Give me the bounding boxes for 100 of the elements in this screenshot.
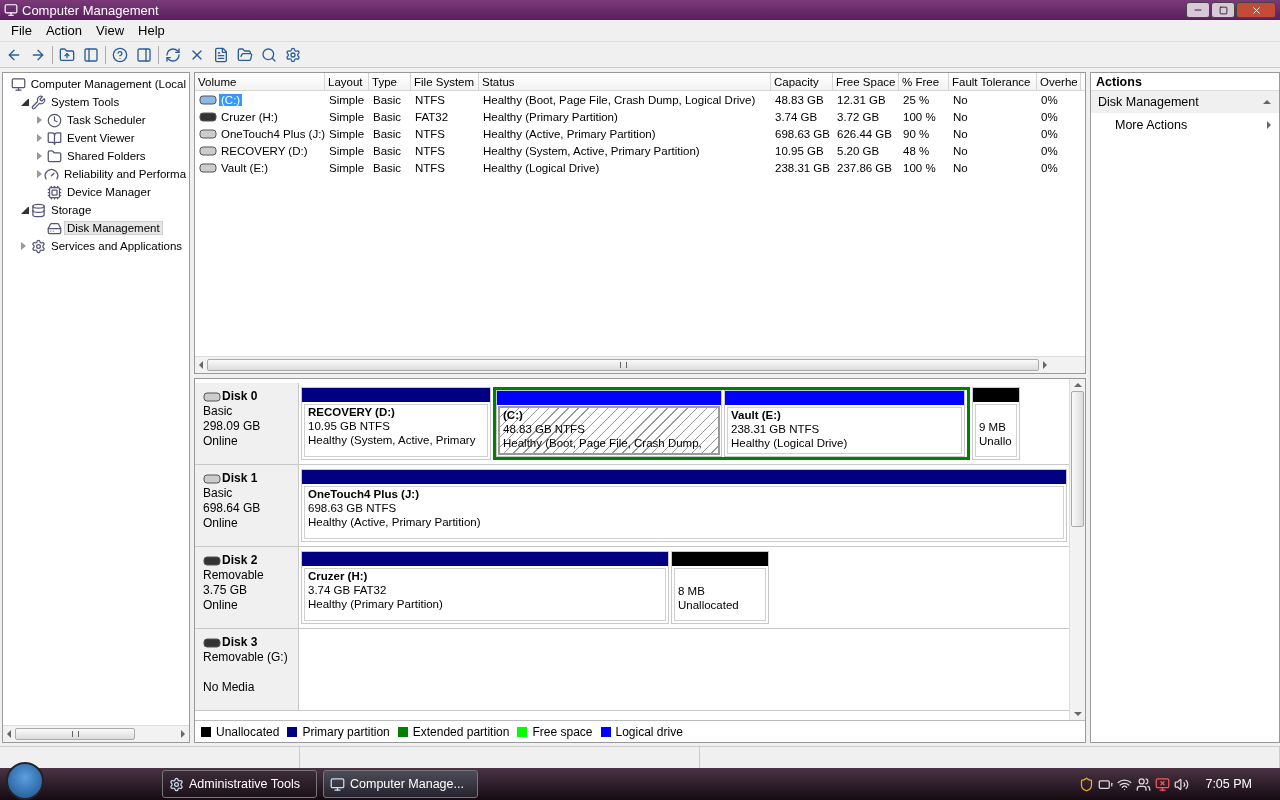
partition-size: 8 MB	[678, 584, 706, 598]
table-cell: 10.95 GB	[775, 144, 824, 157]
volume-icon[interactable]	[1174, 776, 1190, 792]
partition-block[interactable]: OneTouch4 Plus (J:) 698.63 GB NTFS Healthy (Active, Primary Partition)	[301, 469, 1067, 542]
column-header[interactable]: Fault Tolerance	[949, 73, 1037, 90]
partition-area[interactable]: OneTouch4 Plus (J:) 698.63 GB NTFS Healthy (Active, Primary Partition)	[304, 486, 1064, 539]
tree-item[interactable]: Disk Management	[64, 221, 163, 235]
partition-area[interactable]: Vault (E:) 238.31 GB NTFS Healthy (Logical Drive)	[727, 407, 962, 454]
disk-type: Basic	[203, 404, 234, 419]
table-cell-text: RECOVERY (D:)	[220, 144, 309, 157]
volume-row[interactable]: (C:) Simple Basic NTFS Healthy (Boot, Page File, Crash Dump, Logical Drive) 48.83 GB 12.31 GB 25 % No 0%	[195, 91, 1085, 108]
partition-area[interactable]: 8 MB Unallocated	[674, 568, 766, 621]
partition-area[interactable]: 9 MB Unallo	[975, 404, 1017, 457]
menu-item[interactable]: View	[89, 23, 132, 38]
partition-area[interactable]: Cruzer (H:) 3.74 GB FAT32 Healthy (Primary Partition)	[304, 568, 666, 621]
clock[interactable]: 7:05 PM	[1205, 777, 1252, 791]
column-header[interactable]: Type	[369, 73, 411, 90]
table-cell: 237.86 GB	[837, 161, 892, 174]
menu-item[interactable]: File	[4, 23, 39, 38]
partition-block[interactable]: Cruzer (H:) 3.74 GB FAT32 Healthy (Primary Partition)	[301, 551, 669, 624]
action-item[interactable]: More Actions	[1091, 113, 1279, 137]
column-header[interactable]: File System	[411, 73, 479, 90]
tree-item[interactable]: Task Scheduler	[64, 113, 149, 127]
column-header[interactable]: Capacity	[771, 73, 833, 90]
table-cell: No	[953, 110, 968, 123]
column-header[interactable]: Volume	[195, 73, 325, 90]
extended-partition[interactable]: (C:) 48.83 GB NTFS Healthy (Boot, Page File, Crash Dump, Vault (E:) 238.31 GB NTFS Healthy (Logical Drive)	[493, 387, 970, 460]
folder-open-icon	[237, 46, 253, 63]
maximize-button[interactable]	[1211, 2, 1235, 18]
partition-block[interactable]: Vault (E:) 238.31 GB NTFS Healthy (Logical Drive)	[724, 390, 965, 457]
tree-item[interactable]: Device Manager	[64, 185, 154, 199]
partition-area[interactable]: (C:) 48.83 GB NTFS Healthy (Boot, Page File, Crash Dump,	[498, 406, 720, 455]
disk-size: 298.09 GB	[203, 419, 262, 434]
table-cell: Simple	[329, 110, 365, 123]
network-icon[interactable]	[1117, 776, 1133, 792]
drive-icon	[199, 145, 217, 156]
tree-item[interactable]: Reliability and Performa	[61, 167, 190, 181]
partition-status: Healthy (Boot, Page File, Crash Dump,	[503, 436, 703, 450]
scrollbar[interactable]	[195, 356, 1085, 373]
partition-block[interactable]: 8 MB Unallocated	[671, 551, 769, 624]
partition-name: OneTouch4 Plus (J:)	[308, 487, 420, 501]
close-button[interactable]	[1236, 2, 1276, 18]
tree-item[interactable]: Shared Folders	[64, 149, 149, 163]
shield-icon[interactable]	[1079, 776, 1095, 792]
tree-item[interactable]: Event Viewer	[64, 131, 138, 145]
table-cell: Healthy (Primary Partition)	[483, 110, 618, 123]
partition-block[interactable]: (C:) 48.83 GB NTFS Healthy (Boot, Page File, Crash Dump,	[496, 390, 722, 457]
expand-arrow[interactable]	[21, 98, 29, 106]
database-icon	[31, 202, 46, 218]
drive-icon	[199, 111, 217, 122]
tree-item[interactable]: Storage	[48, 203, 95, 217]
actions-section[interactable]: Disk Management	[1091, 91, 1279, 113]
table-cell: Simple	[329, 93, 365, 106]
table-cell-text: OneTouch4 Plus (J:)	[220, 127, 327, 140]
taskbar-button[interactable]: Administrative Tools	[162, 770, 317, 798]
column-header[interactable]: % Free	[899, 73, 949, 90]
table-cell: Basic	[373, 93, 402, 106]
volume-row[interactable]: Cruzer (H:) Simple Basic FAT32 Healthy (Primary Partition) 3.74 GB 3.72 GB 100 % No 0%	[195, 108, 1085, 125]
taskbar-button[interactable]: Computer Manage...	[323, 770, 478, 798]
menu-item[interactable]: Action	[38, 23, 90, 38]
partition-area[interactable]: RECOVERY (D:) 10.95 GB NTFS Healthy (System, Active, Primary	[304, 404, 488, 457]
column-header[interactable]: Status	[479, 73, 771, 90]
wrench-icon	[31, 94, 46, 110]
volume-row[interactable]: Vault (E:) Simple Basic NTFS Healthy (Logical Drive) 238.31 GB 237.86 GB 100 % No 0%	[195, 159, 1085, 176]
folder-icon	[47, 148, 62, 164]
partition-block[interactable]: RECOVERY (D:) 10.95 GB NTFS Healthy (System, Active, Primary	[301, 387, 491, 460]
scrollbar[interactable]	[1069, 379, 1085, 720]
partition-status: Unallo	[979, 434, 1013, 448]
expand-arrow[interactable]	[21, 206, 29, 214]
table-cell: 0%	[1041, 93, 1058, 106]
tree-item[interactable]: Computer Management (Local	[27, 77, 189, 91]
start-button[interactable]	[6, 762, 44, 800]
drive-icon	[203, 637, 221, 648]
search-icon	[261, 46, 277, 63]
volume-row[interactable]: RECOVERY (D:) Simple Basic NTFS Healthy (System, Active, Primary Partition) 10.95 GB 5.20 GB 48 % No 0%	[195, 142, 1085, 159]
column-header[interactable]: Layout	[325, 73, 369, 90]
volume-row[interactable]: OneTouch4 Plus (J:) Simple Basic NTFS Healthy (Active, Primary Partition) 698.63 GB 626.44 GB 90 % No 0%	[195, 125, 1085, 142]
legend-label: Extended partition	[412, 724, 510, 739]
tree-item[interactable]: Services and Applications	[48, 239, 186, 253]
panel-icon	[83, 46, 99, 63]
tree-item[interactable]: System Tools	[48, 95, 123, 109]
drive-icon	[199, 94, 217, 105]
minimize-button[interactable]	[1186, 2, 1210, 18]
partition-name: RECOVERY (D:)	[308, 405, 396, 419]
users-icon[interactable]	[1136, 776, 1152, 792]
monitor-icon	[10, 76, 26, 92]
refresh-icon	[165, 46, 181, 63]
monitor-icon	[330, 776, 345, 792]
partition-block[interactable]: 9 MB Unallo	[972, 387, 1020, 460]
column-header[interactable]: Free Space	[833, 73, 899, 90]
table-cell: No	[953, 93, 968, 106]
drive-icon	[203, 391, 221, 402]
scrollbar[interactable]	[3, 725, 189, 742]
table-cell: 0%	[1041, 110, 1058, 123]
column-header[interactable]: Overhe	[1037, 73, 1081, 90]
close-icon	[1250, 4, 1262, 16]
partition-status: Unallocated	[678, 598, 740, 612]
table-cell: 0%	[1041, 161, 1058, 174]
network-disconnected-icon[interactable]	[1155, 776, 1171, 792]
menu-item[interactable]: Help	[131, 23, 172, 38]
